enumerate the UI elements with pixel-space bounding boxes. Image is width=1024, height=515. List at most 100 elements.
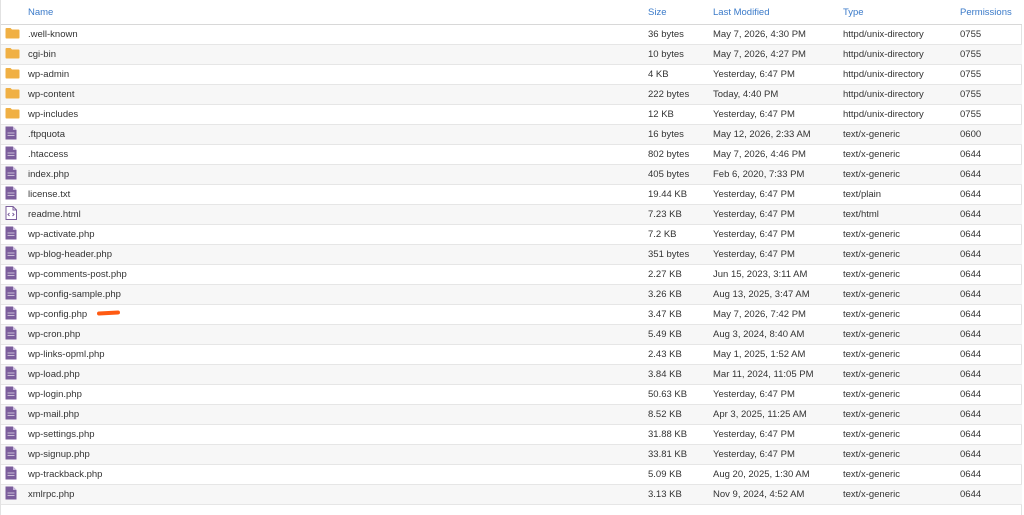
file-row[interactable]: cgi-bin 10 bytes May 7, 2026, 4:27 PM httpd… bbox=[1, 44, 1022, 65]
file-permissions[interactable]: 0644 bbox=[960, 364, 1022, 385]
file-permissions[interactable]: 0644 bbox=[960, 144, 1022, 165]
file-size: 19.44 KB bbox=[648, 184, 713, 205]
file-last-modified: May 7, 2026, 4:46 PM bbox=[713, 144, 843, 165]
file-type: httpd/unix-directory bbox=[843, 84, 960, 105]
file-row[interactable]: wp-admin 4 KB Yesterday, 6:47 PM httpd/unix… bbox=[1, 64, 1022, 85]
file-permissions[interactable]: 0644 bbox=[960, 224, 1022, 245]
file-permissions[interactable]: 0644 bbox=[960, 404, 1022, 425]
file-name-link[interactable]: wp-blog-header.php bbox=[28, 249, 112, 260]
file-icon bbox=[5, 486, 17, 503]
file-name-link[interactable]: cgi-bin bbox=[28, 49, 56, 60]
file-name-link[interactable]: wp-cron.php bbox=[28, 329, 80, 340]
file-permissions[interactable]: 0644 bbox=[960, 264, 1022, 285]
file-name-link[interactable]: .htaccess bbox=[28, 149, 68, 160]
sort-by-type[interactable]: Type bbox=[843, 0, 960, 25]
file-icon bbox=[5, 406, 17, 423]
file-size: 3.84 KB bbox=[648, 364, 713, 385]
file-name-link[interactable]: license.txt bbox=[28, 189, 70, 200]
file-last-modified: Mar 11, 2024, 11:05 PM bbox=[713, 364, 843, 385]
file-permissions[interactable]: 0644 bbox=[960, 464, 1022, 485]
file-permissions[interactable]: 0755 bbox=[960, 84, 1022, 105]
file-name-link[interactable]: wp-login.php bbox=[28, 389, 82, 400]
file-permissions[interactable]: 0644 bbox=[960, 484, 1022, 505]
file-icon bbox=[5, 466, 17, 483]
file-name-link[interactable]: xmlrpc.php bbox=[28, 489, 74, 500]
file-permissions[interactable]: 0644 bbox=[960, 284, 1022, 305]
file-last-modified: Yesterday, 6:47 PM bbox=[713, 184, 843, 205]
file-row[interactable]: readme.html 7.23 KB Yesterday, 6:47 PM text… bbox=[1, 204, 1022, 225]
file-row[interactable]: wp-comments-post.php 2.27 KB Jun 15, 2023,… bbox=[1, 264, 1022, 285]
file-type: text/x-generic bbox=[843, 344, 960, 365]
file-table: Name Size Last Modified Type Permissions… bbox=[1, 0, 1022, 505]
file-permissions[interactable]: 0644 bbox=[960, 384, 1022, 405]
sort-by-last-modified[interactable]: Last Modified bbox=[713, 0, 843, 25]
file-row[interactable]: license.txt 19.44 KB Yesterday, 6:47 PM tex… bbox=[1, 184, 1022, 205]
file-row[interactable]: wp-mail.php 8.52 KB Apr 3, 2025, 11:25 AM t… bbox=[1, 404, 1022, 425]
file-permissions[interactable]: 0755 bbox=[960, 24, 1022, 45]
file-type: text/x-generic bbox=[843, 124, 960, 145]
file-icon bbox=[5, 226, 17, 243]
file-row[interactable]: wp-config.php 3.47 KB May 7, 2026, 7:42 PM… bbox=[1, 304, 1022, 325]
file-row[interactable]: wp-login.php 50.63 KB Yesterday, 6:47 PM te… bbox=[1, 384, 1022, 405]
sort-by-name[interactable]: Name bbox=[28, 0, 648, 25]
file-name-link[interactable]: wp-links-opml.php bbox=[28, 349, 105, 360]
file-name-link[interactable]: readme.html bbox=[28, 209, 81, 220]
file-name-link[interactable]: wp-config.php bbox=[28, 309, 87, 320]
sort-by-permissions[interactable]: Permissions bbox=[960, 0, 1022, 25]
file-row[interactable]: wp-includes 12 KB Yesterday, 6:47 PM httpd/… bbox=[1, 104, 1022, 125]
file-size: 3.13 KB bbox=[648, 484, 713, 505]
file-name-link[interactable]: wp-settings.php bbox=[28, 429, 95, 440]
file-last-modified: Aug 3, 2024, 8:40 AM bbox=[713, 324, 843, 345]
file-row[interactable]: .well-known 36 bytes May 7, 2026, 4:30 PM h… bbox=[1, 24, 1022, 45]
file-last-modified: Today, 4:40 PM bbox=[713, 84, 843, 105]
file-name-link[interactable]: .well-known bbox=[28, 29, 78, 40]
file-permissions[interactable]: 0644 bbox=[960, 444, 1022, 465]
file-row[interactable]: wp-links-opml.php 2.43 KB May 1, 2025, 1:5… bbox=[1, 344, 1022, 365]
file-row[interactable]: wp-load.php 3.84 KB Mar 11, 2024, 11:05 PM… bbox=[1, 364, 1022, 385]
file-name-link[interactable]: .ftpquota bbox=[28, 129, 65, 140]
file-type: text/x-generic bbox=[843, 164, 960, 185]
file-row[interactable]: wp-activate.php 7.2 KB Yesterday, 6:47 PM t… bbox=[1, 224, 1022, 245]
file-row[interactable]: wp-signup.php 33.81 KB Yesterday, 6:47 PM t… bbox=[1, 444, 1022, 465]
file-row[interactable]: wp-trackback.php 5.09 KB Aug 20, 2025, 1:3… bbox=[1, 464, 1022, 485]
file-size: 5.49 KB bbox=[648, 324, 713, 345]
file-row[interactable]: index.php 405 bytes Feb 6, 2020, 7:33 PM te… bbox=[1, 164, 1022, 185]
file-name-link[interactable]: index.php bbox=[28, 169, 69, 180]
file-permissions[interactable]: 0644 bbox=[960, 184, 1022, 205]
file-size: 33.81 KB bbox=[648, 444, 713, 465]
file-row[interactable]: wp-blog-header.php 351 bytes Yesterday, 6:… bbox=[1, 244, 1022, 265]
file-row[interactable]: xmlrpc.php 3.13 KB Nov 9, 2024, 4:52 AM tex… bbox=[1, 484, 1022, 505]
file-name-link[interactable]: wp-signup.php bbox=[28, 449, 90, 460]
file-name-link[interactable]: wp-includes bbox=[28, 109, 78, 120]
file-name-link[interactable]: wp-comments-post.php bbox=[28, 269, 127, 280]
file-name-link[interactable]: wp-admin bbox=[28, 69, 69, 80]
file-row[interactable]: wp-content 222 bytes Today, 4:40 PM httpd/u… bbox=[1, 84, 1022, 105]
file-name-link[interactable]: wp-trackback.php bbox=[28, 469, 102, 480]
file-name-link[interactable]: wp-activate.php bbox=[28, 229, 95, 240]
file-permissions[interactable]: 0755 bbox=[960, 104, 1022, 125]
file-permissions[interactable]: 0644 bbox=[960, 304, 1022, 325]
folder-icon bbox=[5, 47, 20, 62]
file-permissions[interactable]: 0755 bbox=[960, 44, 1022, 65]
file-permissions[interactable]: 0644 bbox=[960, 424, 1022, 445]
file-row[interactable]: wp-config-sample.php 3.26 KB Aug 13, 2025,… bbox=[1, 284, 1022, 305]
file-name-link[interactable]: wp-content bbox=[28, 89, 74, 100]
file-row[interactable]: wp-cron.php 5.49 KB Aug 3, 2024, 8:40 AM te… bbox=[1, 324, 1022, 345]
file-name-link[interactable]: wp-load.php bbox=[28, 369, 80, 380]
file-permissions[interactable]: 0644 bbox=[960, 164, 1022, 185]
file-permissions[interactable]: 0755 bbox=[960, 64, 1022, 85]
file-name-link[interactable]: wp-mail.php bbox=[28, 409, 79, 420]
file-row[interactable]: .ftpquota 16 bytes May 12, 2026, 2:33 AM te… bbox=[1, 124, 1022, 145]
file-row[interactable]: wp-settings.php 31.88 KB Yesterday, 6:47 P… bbox=[1, 424, 1022, 445]
file-permissions[interactable]: 0644 bbox=[960, 204, 1022, 225]
file-permissions[interactable]: 0600 bbox=[960, 124, 1022, 145]
file-size: 7.23 KB bbox=[648, 204, 713, 225]
file-type: text/plain bbox=[843, 184, 960, 205]
file-permissions[interactable]: 0644 bbox=[960, 344, 1022, 365]
file-permissions[interactable]: 0644 bbox=[960, 244, 1022, 265]
file-permissions[interactable]: 0644 bbox=[960, 324, 1022, 345]
file-name-link[interactable]: wp-config-sample.php bbox=[28, 289, 121, 300]
file-row[interactable]: .htaccess 802 bytes May 7, 2026, 4:46 PM te… bbox=[1, 144, 1022, 165]
file-last-modified: May 7, 2026, 4:27 PM bbox=[713, 44, 843, 65]
sort-by-size[interactable]: Size bbox=[648, 0, 713, 25]
